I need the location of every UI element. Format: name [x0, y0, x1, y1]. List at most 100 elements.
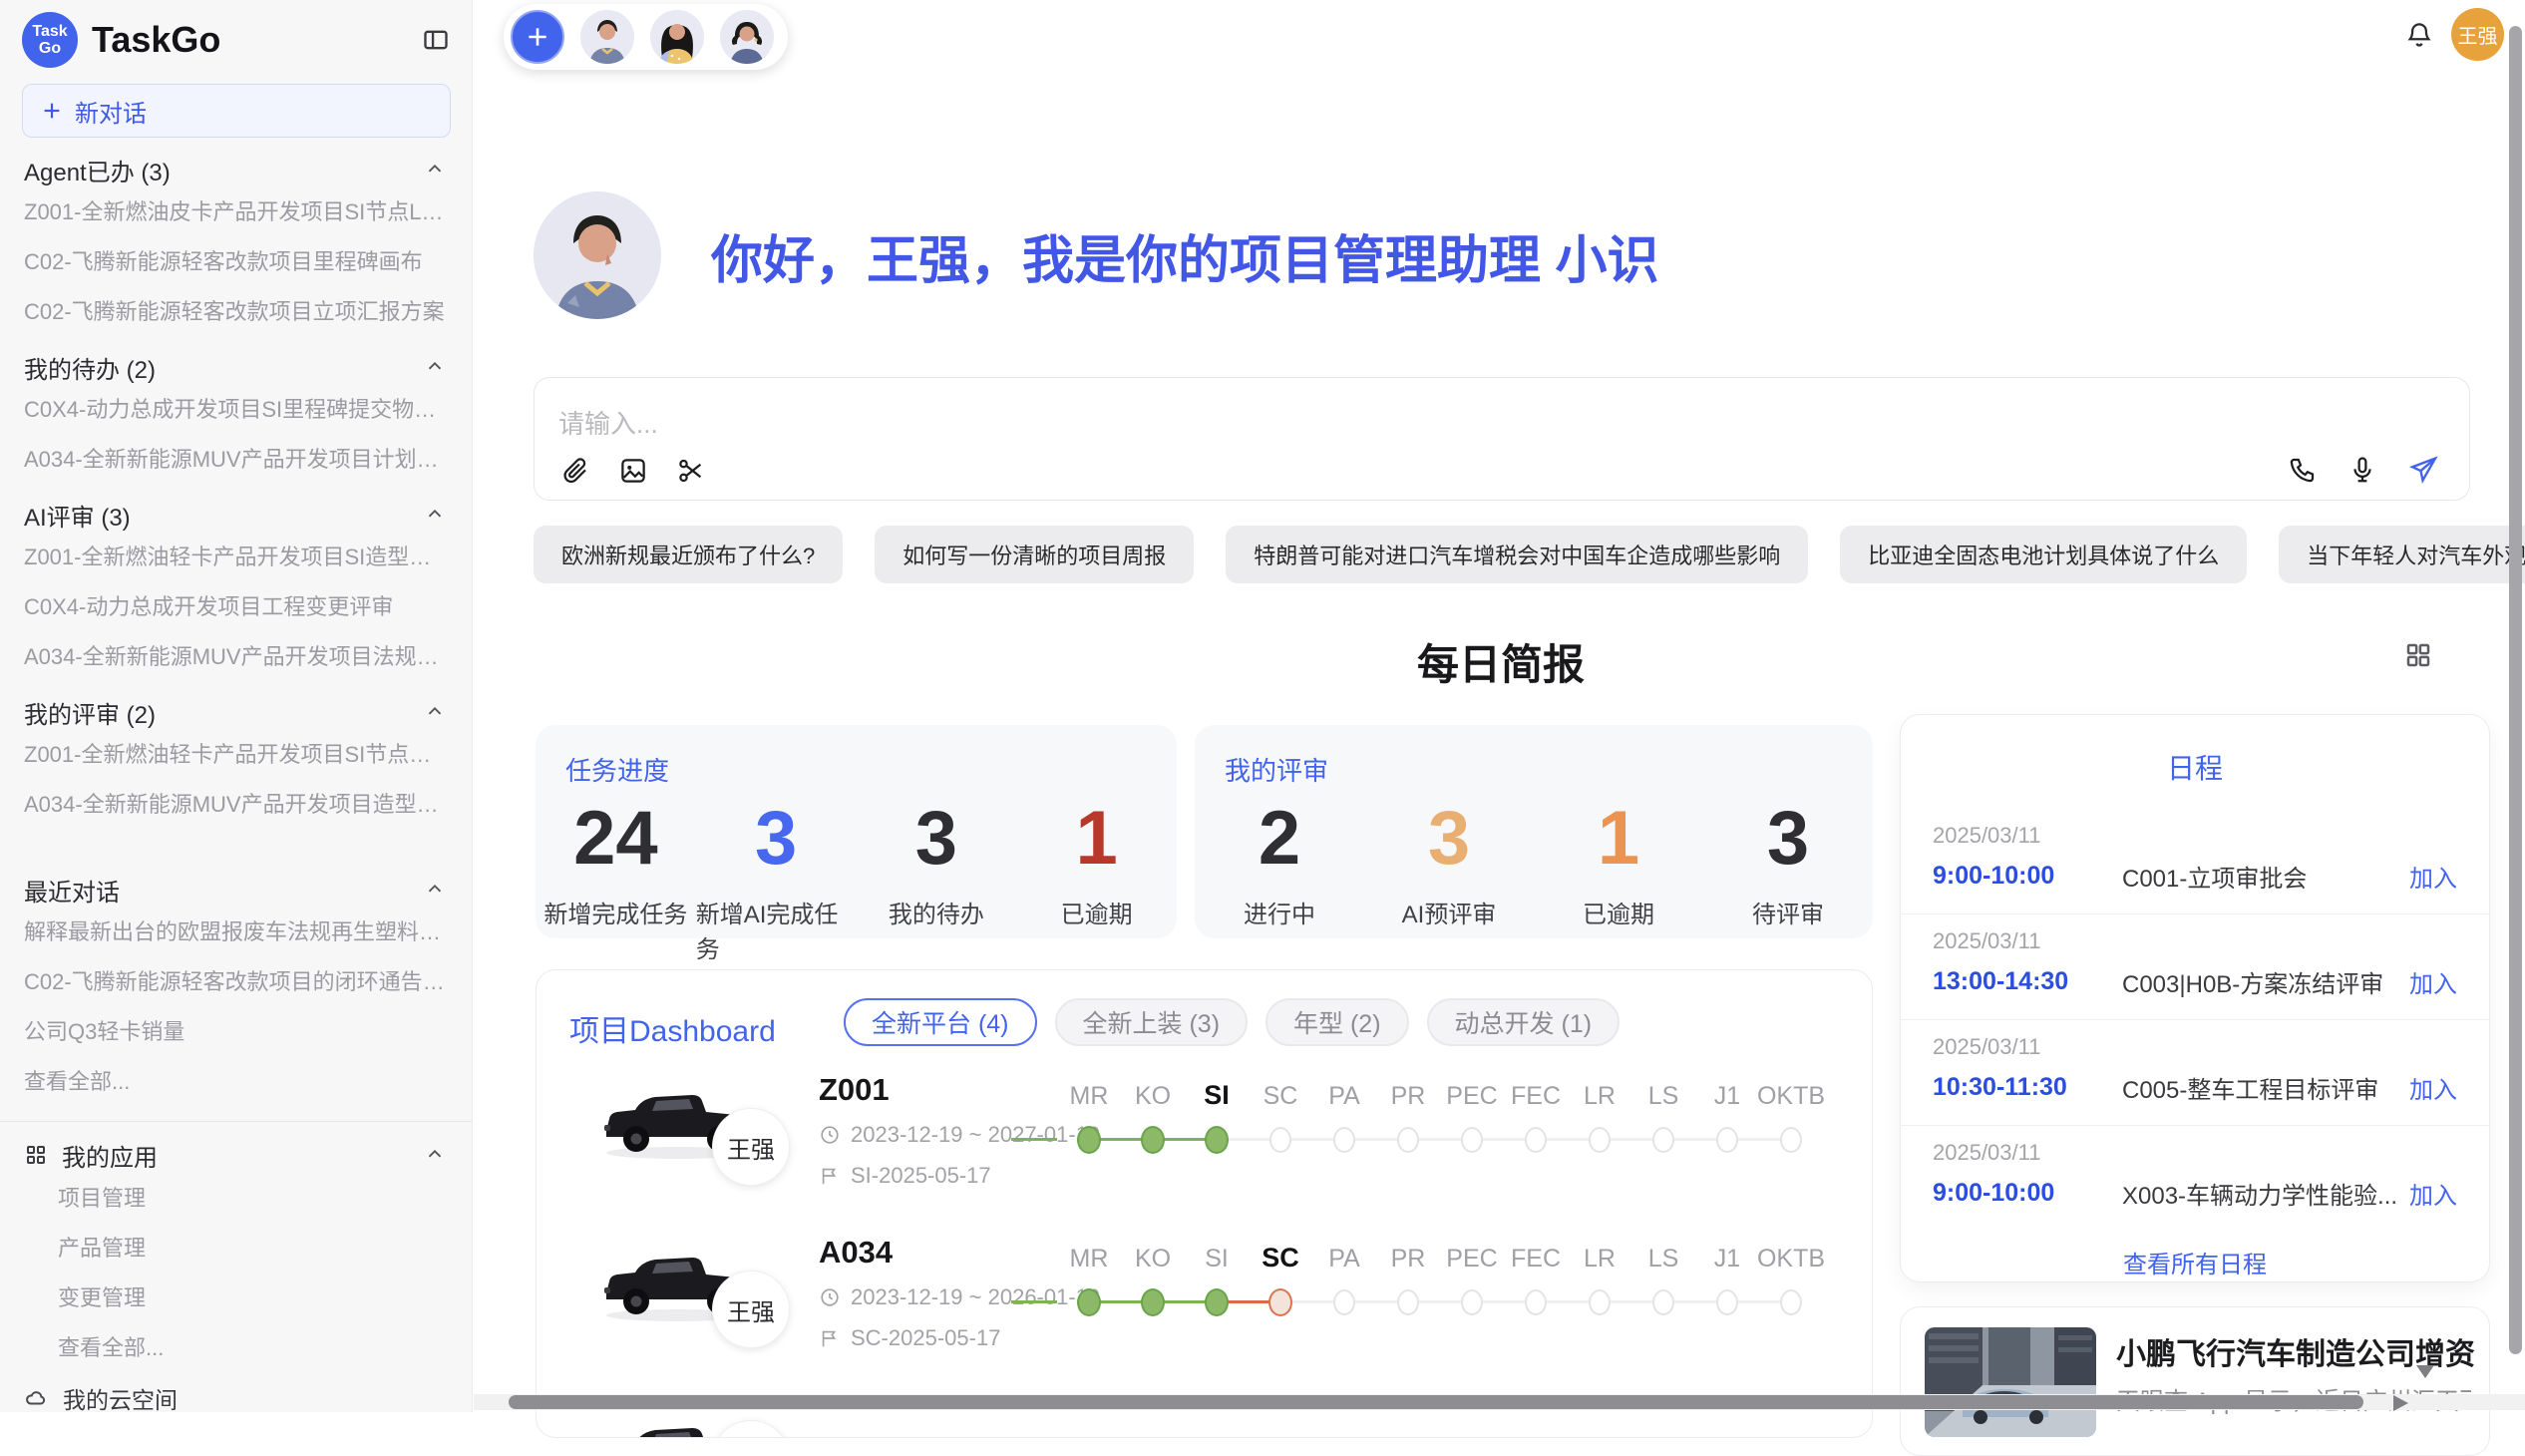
chevron-up-icon[interactable] [424, 504, 446, 526]
join-button[interactable]: 加入 [2409, 964, 2457, 999]
scissors-icon[interactable] [676, 456, 706, 486]
suggestion-chip[interactable]: 特朗普可能对进口汽车增税会对中国车企造成哪些影响 [1226, 526, 1808, 583]
project-dashboard-card: 项目Dashboard 全新平台 (4) 全新上装 (3) 年型 (2) 动总开… [536, 969, 1873, 1438]
suggestion-chip[interactable]: 如何写一份清晰的项目周报 [875, 526, 1194, 583]
milestone: LS [1631, 1075, 1695, 1155]
join-button[interactable]: 加入 [2409, 1070, 2457, 1105]
sidebar-item[interactable]: C02-飞腾新能源轻客改款项目的闭环通告反馈情况 [0, 955, 472, 1005]
milestone: PEC [1440, 1238, 1504, 1317]
news-card[interactable]: 小鹏飞行汽车制造公司增资 天眼查 App 显示，近日广州汇天飞行汽 [1900, 1306, 2490, 1456]
add-conversation-button[interactable] [511, 10, 564, 64]
project-row[interactable]: 王强 A034 2023-12-19 ~ 2026-01-19 SC-2025-… [537, 1224, 1872, 1385]
vertical-scrollbar-thumb[interactable] [2509, 26, 2522, 1354]
mic-icon[interactable] [2347, 455, 2377, 485]
logo-line2: Go [39, 40, 61, 57]
milestone-node [1759, 1287, 1823, 1317]
image-icon[interactable] [618, 456, 648, 486]
milestone-track: MR KO SI [1057, 1075, 1823, 1155]
milestone-connector [1011, 1300, 1057, 1303]
chevron-up-icon[interactable] [424, 701, 446, 723]
avatar[interactable] [720, 10, 774, 64]
milestone-circle [1268, 1288, 1292, 1316]
chevron-up-icon[interactable] [424, 879, 446, 901]
suggestion-chips: 欧洲新规最近颁布了什么? 如何写一份清晰的项目周报 特朗普可能对进口汽车增税会对… [534, 526, 2525, 583]
avatar[interactable] [580, 10, 634, 64]
milestone-label: LS [1648, 1238, 1679, 1274]
milestone-circle [1333, 1289, 1355, 1315]
chevron-up-icon[interactable] [424, 1144, 446, 1166]
app-item[interactable]: 查看全部... [0, 1321, 472, 1371]
scroll-down-arrow-icon[interactable] [2416, 1365, 2434, 1378]
milestone: KO [1121, 1238, 1185, 1317]
sidebar-item[interactable]: A034-全新新能源MUV产品开发项目计划变更表编写 [0, 433, 472, 483]
sidebar-item[interactable]: C0X4-动力总成开发项目SI里程碑提交物检查 [0, 383, 472, 433]
sidebar-item[interactable]: Z001-全新燃油皮卡产品开发项目SI节点Lesson Learn报告 [0, 185, 472, 235]
app-item[interactable]: 变更管理 [0, 1272, 472, 1321]
stat: 3 AI预评审 [1364, 799, 1534, 929]
my-apps-header[interactable]: 我的应用 [24, 1138, 446, 1172]
join-button[interactable]: 加入 [2409, 859, 2457, 894]
logo-line1: Task [32, 23, 67, 40]
chat-input[interactable]: 请输入... [558, 404, 658, 441]
dashboard-tab[interactable]: 全新平台 (4) [844, 998, 1037, 1046]
section-header-ai-review: AI评审 (3) [24, 499, 446, 531]
milestone: LR [1568, 1075, 1631, 1155]
scroll-right-arrow-icon[interactable] [2393, 1395, 2408, 1411]
sidebar-header: Task Go TaskGo [0, 0, 472, 68]
suggestion-chip[interactable]: 欧洲新规最近颁布了什么? [534, 526, 843, 583]
app-item[interactable]: 产品管理 [0, 1222, 472, 1272]
sidebar-item[interactable]: 解释最新出台的欧盟报废车法规再生塑料比例被调至15%... [0, 906, 472, 955]
sidebar-item[interactable]: A034-全新新能源MUV产品开发项目造型可行性评审 [0, 778, 472, 828]
sidebar-item[interactable]: Z001-全新燃油轻卡产品开发项目SI造型提交物评审 [0, 531, 472, 580]
sidebar-item[interactable]: A034-全新新能源MUV产品开发项目法规符合性评审 [0, 630, 472, 680]
event-time: 9:00-10:00 [1933, 1179, 2122, 1208]
sidebar-item[interactable]: C0X4-动力总成开发项目工程变更评审 [0, 580, 472, 630]
schedule-event[interactable]: 2025/03/11 13:00-14:30 C003|H0B-方案冻结评审 加… [1901, 914, 2489, 1020]
dashboard-tab[interactable]: 动总开发 (1) [1427, 998, 1621, 1046]
sidebar-item-cloud-space[interactable]: 我的云空间 [0, 1371, 472, 1412]
project-owner-badge: 王强 [712, 1108, 790, 1186]
milestone-circle [1077, 1288, 1101, 1316]
stat: 1 已逾期 [1534, 799, 1703, 929]
dashboard-tab[interactable]: 年型 (2) [1265, 998, 1409, 1046]
milestone: SC [1249, 1075, 1312, 1155]
user-avatar[interactable]: 王强 [2451, 8, 2504, 61]
milestone-circle [1397, 1127, 1419, 1153]
new-chat-button[interactable]: 新对话 [22, 84, 451, 138]
plus-icon [525, 24, 550, 50]
app-item[interactable]: 项目管理 [0, 1172, 472, 1222]
stat-value: 2 [1259, 799, 1300, 879]
schedule-event[interactable]: 2025/03/11 10:30-11:30 C005-整车工程目标评审 加入 [1901, 1020, 2489, 1126]
project-flag: SI-2025-05-17 [819, 1163, 1100, 1189]
view-all-schedule-link[interactable]: 查看所有日程 [1901, 1245, 2489, 1279]
my-apps-label: 我的应用 [62, 1138, 410, 1173]
suggestion-chip[interactable]: 比亚迪全固态电池计划具体说了什么 [1840, 526, 2247, 583]
chevron-up-icon[interactable] [424, 159, 446, 181]
project-flag-text: SC-2025-05-17 [851, 1325, 1000, 1351]
send-icon[interactable] [2407, 454, 2439, 486]
sidebar-item[interactable]: 公司Q3轻卡销量 [0, 1005, 472, 1055]
briefing-grid-icon[interactable] [2403, 640, 2433, 670]
schedule-event[interactable]: 2025/03/11 9:00-10:00 C001-立项审批会 加入 [1901, 809, 2489, 914]
milestone-circle [1077, 1126, 1101, 1154]
avatar[interactable] [650, 10, 704, 64]
collapse-sidebar-icon[interactable] [422, 26, 450, 54]
sidebar-item[interactable]: C02-飞腾新能源轻客改款项目立项汇报方案 [0, 285, 472, 335]
join-button[interactable]: 加入 [2409, 1176, 2457, 1211]
milestone-circle [1461, 1127, 1483, 1153]
project-row[interactable]: 王强 Z001 2023-12-19 ~ 2027-01-19 SI-2025-… [537, 1061, 1872, 1223]
dashboard-tab[interactable]: 全新上装 (3) [1055, 998, 1249, 1046]
phone-icon[interactable] [2288, 455, 2318, 485]
horizontal-scrollbar-thumb[interactable] [509, 1395, 2363, 1409]
suggestion-chip[interactable]: 当下年轻人对汽车外观有怎样的喜好趋势 [2279, 526, 2525, 583]
sidebar-item[interactable]: C02-飞腾新能源轻客改款项目里程碑画布 [0, 235, 472, 285]
schedule-event[interactable]: 2025/03/11 9:00-10:00 X003-车辆动力学性能验... 加… [1901, 1126, 2489, 1231]
sidebar: Task Go TaskGo 新对话 Agent已办 (3) Z001-全新燃油… [0, 0, 473, 1412]
milestone-connector [1164, 1300, 1206, 1303]
chevron-up-icon[interactable] [424, 356, 446, 378]
sidebar-item[interactable]: 查看全部... [0, 1055, 472, 1105]
stat: 3 我的待办 [857, 799, 1017, 964]
notifications-bell-icon[interactable] [2404, 20, 2434, 50]
sidebar-item[interactable]: Z001-全新燃油轻卡产品开发项目SI节点属性5D文件评审 [0, 728, 472, 778]
paperclip-icon[interactable] [560, 456, 590, 486]
